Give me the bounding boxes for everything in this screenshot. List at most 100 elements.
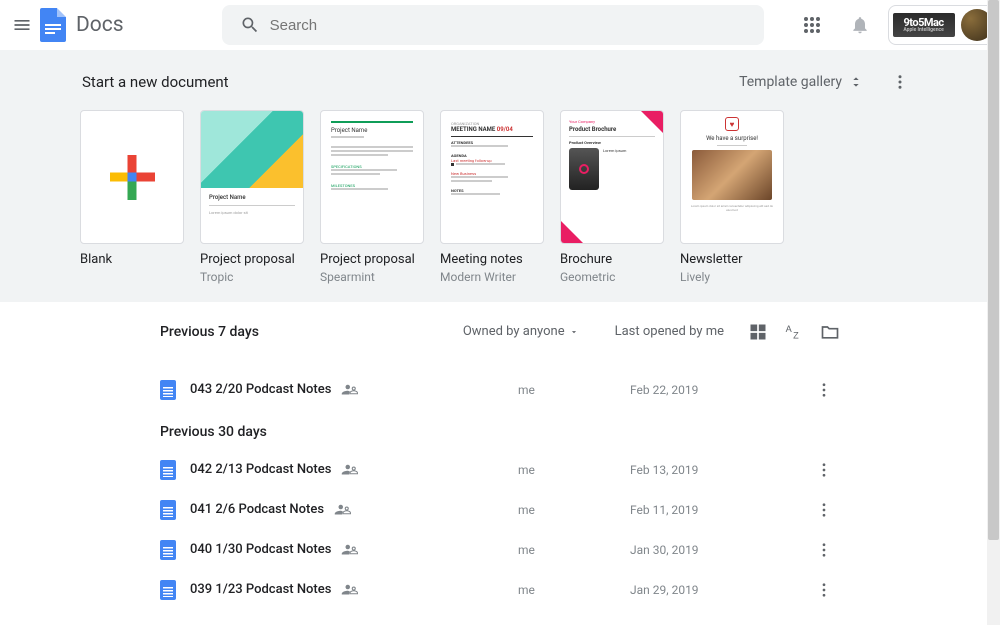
template-thumbnail: ♥We have a surprise!Lorem ipsum dolor si… (680, 110, 784, 244)
document-title: 042 2/13 Podcast Notes (190, 462, 331, 477)
template-card-spearmint[interactable]: Project NameSPECIFICATIONSMILESTONESProj… (320, 110, 424, 284)
plus-icon (110, 155, 155, 200)
template-subtitle: Spearmint (320, 270, 424, 284)
grid-view-button[interactable] (748, 322, 768, 342)
brand-logo: 9to5Mac Apple Intelligence (893, 13, 955, 37)
shared-indicator (341, 581, 359, 599)
document-more-button[interactable] (808, 574, 840, 606)
more-vert-icon (815, 461, 833, 479)
document-owner: me (518, 503, 535, 517)
docs-icon (40, 8, 66, 42)
document-more-button[interactable] (808, 534, 840, 566)
more-vert-icon (815, 581, 833, 599)
template-card-tropic[interactable]: Project NameLorem ipsum dolor sit Project… (200, 110, 304, 284)
header-right: 9to5Mac Apple Intelligence (792, 5, 998, 45)
first-group-title: Previous 7 days (160, 324, 259, 340)
scrollbar-thumb[interactable] (988, 0, 999, 540)
template-card-blank[interactable]: Blank (80, 110, 184, 284)
owner-filter-label: Owned by anyone (463, 324, 565, 339)
hamburger-icon (12, 15, 32, 35)
template-section-title: Start a new document (82, 73, 229, 91)
document-more-button[interactable] (808, 494, 840, 526)
shared-icon (341, 581, 359, 599)
docs-file-icon (160, 540, 176, 560)
template-subtitle: Geometric (560, 270, 664, 284)
shared-icon (341, 381, 359, 399)
document-row[interactable]: 042 2/13 Podcast NotesmeFeb 13, 2019 (160, 450, 840, 490)
grid-icon (748, 322, 768, 342)
search-bar[interactable] (222, 5, 764, 45)
apps-grid-icon (803, 16, 821, 34)
google-apps-button[interactable] (792, 5, 832, 45)
shared-icon (334, 501, 352, 519)
template-name: Brochure (560, 252, 664, 268)
document-row[interactable]: 040 1/30 Podcast Notes me Jan 30, 2019 (160, 530, 840, 570)
template-name: Project proposal (200, 252, 304, 268)
document-date: Jan 30, 2019 (630, 543, 699, 557)
svg-text:A: A (786, 324, 793, 334)
document-more-button[interactable] (808, 374, 840, 406)
search-icon (230, 5, 270, 45)
document-date: Feb 22, 2019 (630, 383, 698, 397)
svg-text:Z: Z (793, 330, 799, 340)
header: Docs 9to5Mac Apple Intelligence (0, 0, 1000, 50)
shared-icon (341, 541, 359, 559)
template-more-button[interactable] (882, 64, 918, 100)
shared-indicator (341, 381, 359, 399)
more-vert-icon (815, 501, 833, 519)
template-subtitle: Lively (680, 270, 784, 284)
docs-file-icon (160, 500, 176, 520)
document-date: Feb 11, 2019 (630, 503, 698, 517)
template-card-lively[interactable]: ♥We have a surprise!Lorem ipsum dolor si… (680, 110, 784, 284)
template-subtitle: Modern Writer (440, 270, 544, 284)
document-more-button[interactable] (808, 454, 840, 486)
document-date: Jan 29, 2019 (630, 583, 699, 597)
template-name: Blank (80, 252, 184, 268)
unfold-icon (848, 74, 864, 90)
document-row[interactable]: 041 2/6 Podcast NotesmeFeb 11, 2019 (160, 490, 840, 530)
template-thumbnail (80, 110, 184, 244)
document-title: 040 1/30 Podcast Notes (190, 542, 331, 557)
more-vert-icon (891, 73, 909, 91)
shared-icon (341, 461, 359, 479)
group-title: Previous 30 days (160, 410, 840, 450)
owner-filter-dropdown[interactable]: Owned by anyone (463, 324, 579, 339)
document-row[interactable]: 039 1/23 Podcast NotesmeJan 29, 2019 (160, 570, 840, 610)
document-owner: me (518, 583, 535, 597)
shared-indicator (341, 461, 359, 479)
document-owner: me (518, 543, 535, 557)
open-file-picker-button[interactable] (820, 322, 840, 342)
template-card-modern-writer[interactable]: ORGANIZATIONMEETING NAME 09/04ATTENDEESA… (440, 110, 544, 284)
sort-az-icon: AZ (784, 322, 804, 342)
docs-file-icon (160, 460, 176, 480)
app-name: Docs (76, 13, 124, 37)
template-name: Meeting notes (440, 252, 544, 268)
notifications-button[interactable] (840, 5, 880, 45)
caret-down-icon (569, 327, 579, 337)
shared-indicator (341, 541, 359, 559)
document-owner: me (518, 463, 535, 477)
sort-label[interactable]: Last opened by me (615, 324, 724, 339)
search-input[interactable] (270, 17, 756, 34)
docs-file-icon (160, 580, 176, 600)
app-logo[interactable]: Docs (40, 8, 124, 42)
template-thumbnail: Project NameLorem ipsum dolor sit (200, 110, 304, 244)
bell-icon (850, 15, 870, 35)
template-name: Project proposal (320, 252, 424, 268)
template-subtitle: Tropic (200, 270, 304, 284)
document-owner: me (518, 383, 535, 397)
template-thumbnail: Your CompanyProduct BrochureProduct Over… (560, 110, 664, 244)
account-brand-card[interactable]: 9to5Mac Apple Intelligence (888, 5, 998, 45)
template-name: Newsletter (680, 252, 784, 268)
document-row[interactable]: 043 2/20 Podcast NotesmeFeb 22, 2019 (160, 370, 840, 410)
group-title: Earlier (160, 610, 840, 625)
vertical-scrollbar[interactable] (987, 0, 1000, 625)
sort-az-button[interactable]: AZ (784, 322, 804, 342)
search-container (222, 5, 764, 45)
main-menu-button[interactable] (12, 1, 32, 49)
template-gallery-label: Template gallery (739, 74, 842, 90)
template-card-geometric[interactable]: Your CompanyProduct BrochureProduct Over… (560, 110, 664, 284)
template-section: Start a new document Template gallery Bl… (0, 50, 1000, 302)
shared-indicator (334, 501, 352, 519)
template-gallery-button[interactable]: Template gallery (733, 70, 870, 94)
